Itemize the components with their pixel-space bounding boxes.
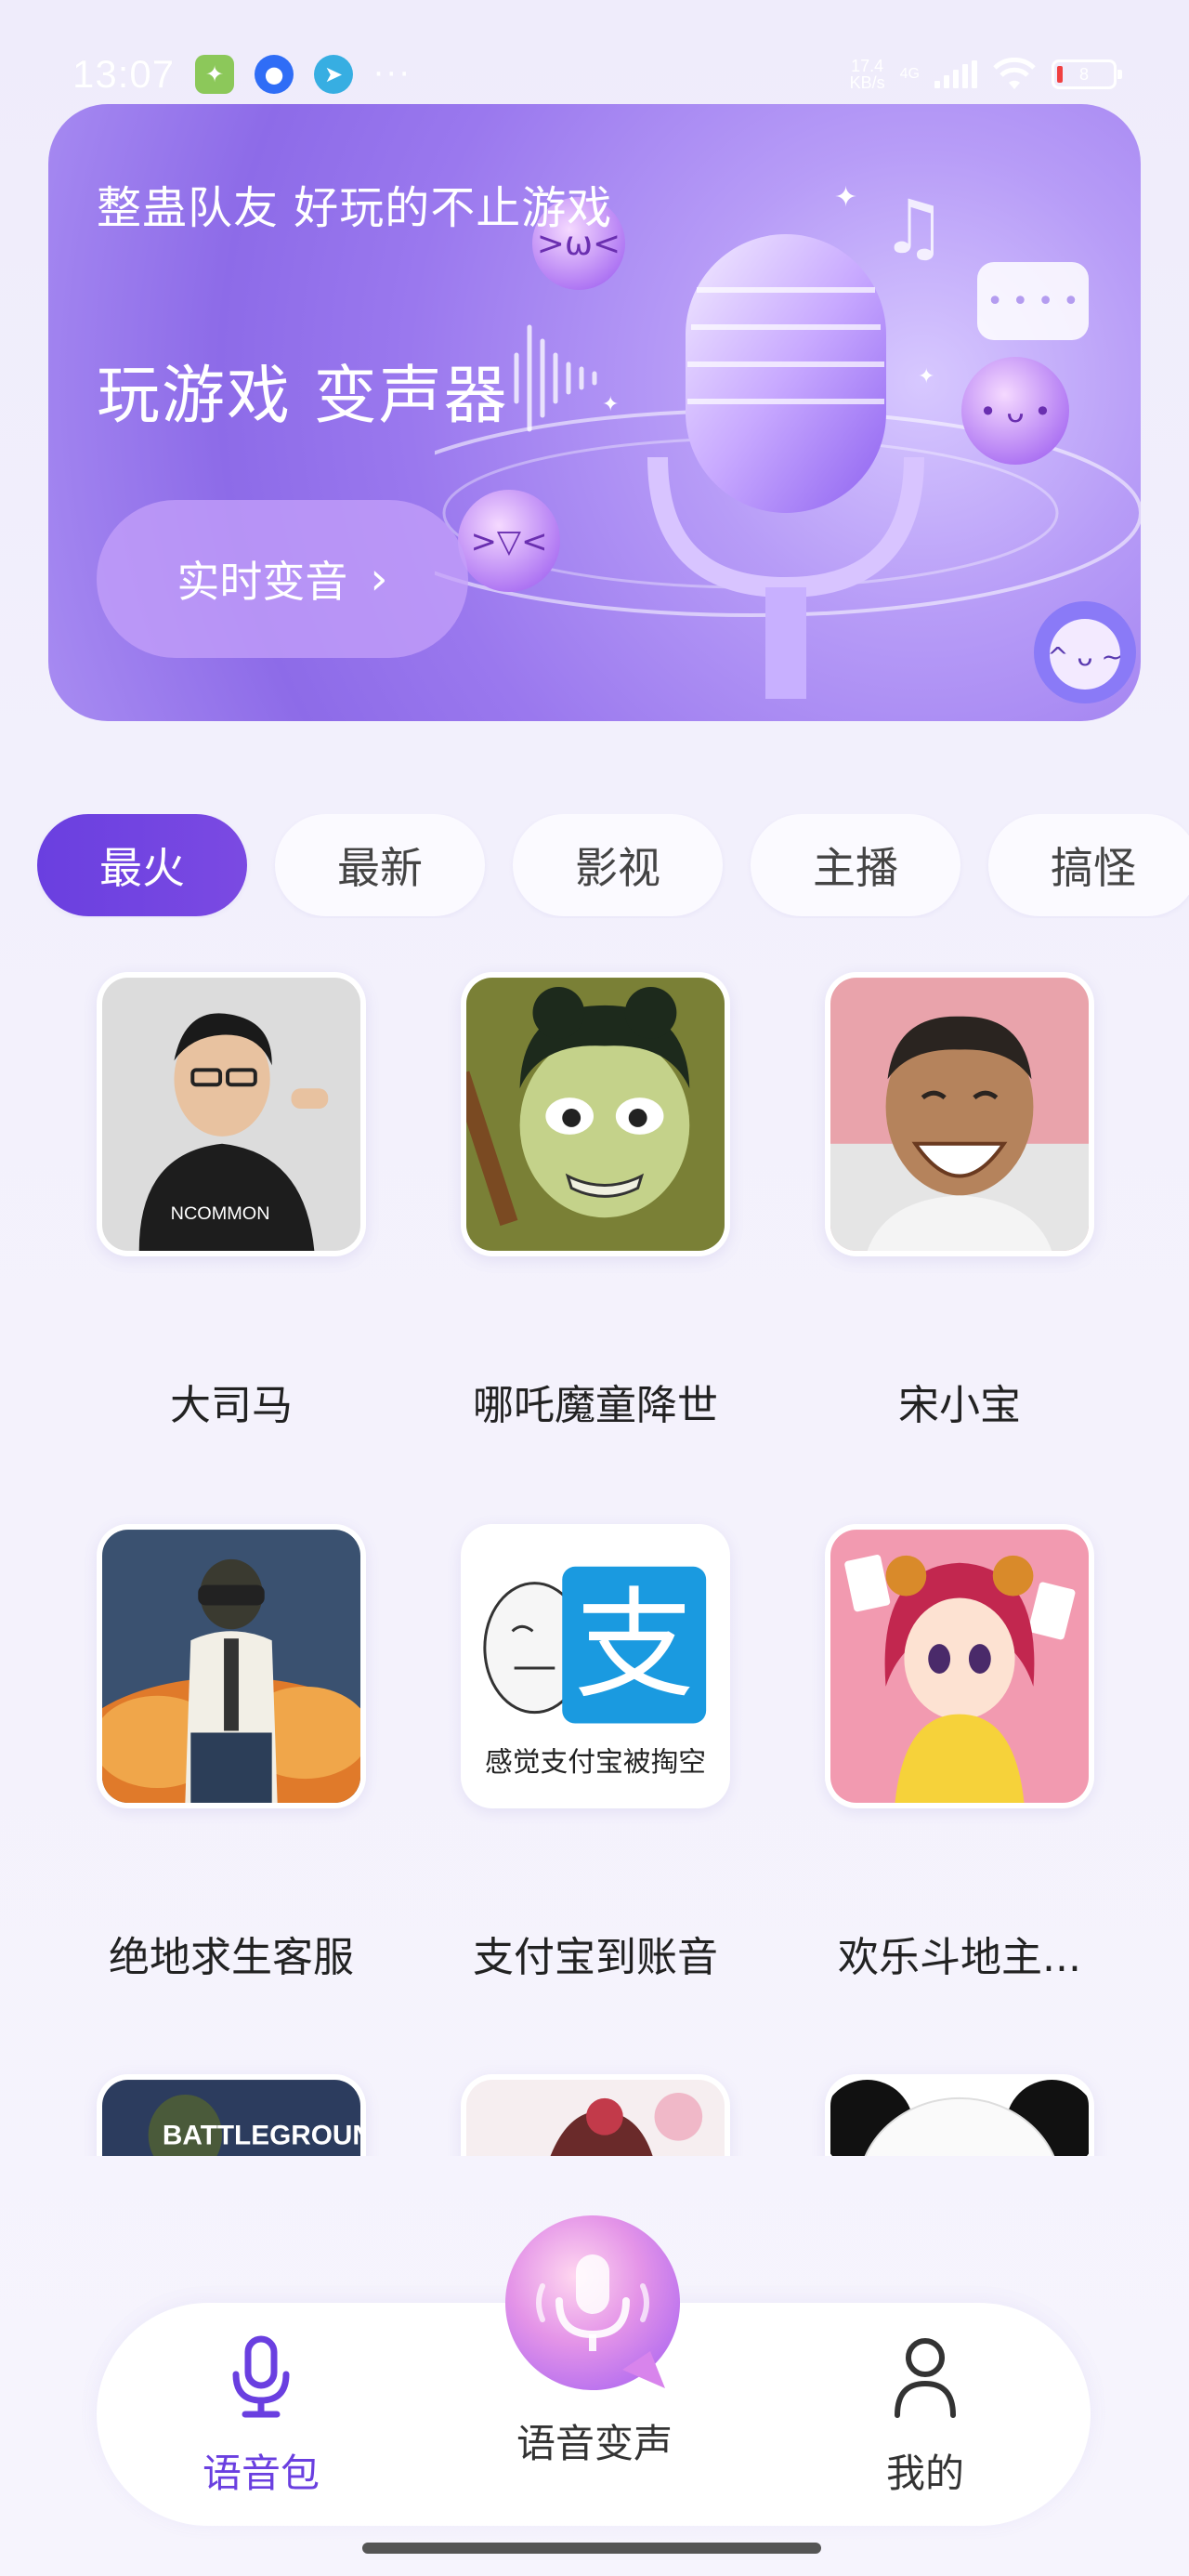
anime-flower-image	[466, 2080, 725, 2156]
voice-pack-card[interactable]	[461, 2074, 730, 2156]
realtime-voice-change-button[interactable]: 实时变音 ›	[97, 500, 468, 658]
svg-text:BATTLEGROUNDS: BATTLEGROUNDS	[163, 2121, 360, 2151]
voice-pack-name: 哪吒魔童降世	[473, 1382, 718, 1429]
battery-icon: 8	[1052, 59, 1122, 89]
man-portrait-image: NCOMMON	[102, 978, 360, 1251]
nav-mine[interactable]: 我的	[804, 2303, 1046, 2526]
app-notification-icon: ●	[255, 55, 294, 94]
panda-meme-image	[830, 2080, 1089, 2156]
voice-pack-name: 宋小宝	[898, 1382, 1021, 1429]
voice-change-button[interactable]	[502, 2212, 684, 2394]
svg-text:>▽<: >▽<	[470, 523, 547, 560]
svg-text:支: 支	[574, 1576, 694, 1715]
pubg-soldier-image	[102, 1530, 360, 1803]
voice-pack-card[interactable]: BATTLEGROUNDS	[97, 2074, 366, 2156]
svg-text:✦: ✦	[834, 181, 857, 214]
voice-pack-name: 支付宝到账音	[473, 1934, 718, 1981]
laughing-man-image	[830, 978, 1089, 1251]
banner-subtitle: 整蛊队友 好玩的不止游戏	[97, 182, 613, 234]
voice-pack-card[interactable]: 宋小宝	[825, 972, 1094, 1429]
voice-pack-card[interactable]: 欢乐斗地主...	[825, 1524, 1094, 1981]
svg-text:• • • •: • • • •	[986, 285, 1078, 318]
telegram-icon: ➤	[314, 55, 354, 94]
svg-text:• ᴗ •: • ᴗ •	[979, 394, 1052, 429]
tab-film-tv[interactable]: 影视	[513, 814, 723, 916]
microphone-icon	[232, 2335, 290, 2418]
voice-pack-grid: NCOMMON 大司马 哪吒魔童降世 宋小宝 绝地求生客服 支 感觉支付宝被掏空…	[0, 948, 1189, 2156]
chevron-right-icon: ›	[370, 553, 388, 605]
voice-pack-card[interactable]: 支 感觉支付宝被掏空 支付宝到账音	[461, 1524, 730, 1981]
voice-change-label: 语音变声	[516, 2421, 673, 2466]
voice-pack-thumbnail	[97, 1524, 366, 1808]
banner-title: 玩游戏 变声器	[97, 360, 509, 433]
voice-pack-thumbnail: NCOMMON	[97, 972, 366, 1256]
user-icon	[895, 2338, 956, 2418]
nav-mine-label: 我的	[885, 2451, 964, 2496]
voice-pack-thumbnail	[461, 2074, 730, 2156]
nezha-image	[466, 978, 725, 1251]
anime-girl-image	[830, 1530, 1089, 1803]
nav-voice-pack-label: 语音包	[202, 2451, 320, 2496]
voice-pack-name: 欢乐斗地主...	[838, 1934, 1081, 1981]
svg-text:感觉支付宝被掏空: 感觉支付宝被掏空	[485, 1746, 706, 1779]
more-notifications-icon: ···	[373, 56, 412, 93]
voice-pack-thumbnail	[461, 972, 730, 1256]
voice-pack-thumbnail: BATTLEGROUNDS	[97, 2074, 366, 2156]
voice-pack-thumbnail	[825, 972, 1094, 1256]
soundwave-icon	[514, 324, 597, 432]
voice-pack-thumbnail	[825, 1524, 1094, 1808]
status-time: 13:07	[72, 52, 176, 96]
voice-pack-card[interactable]	[825, 2074, 1094, 2156]
tab-funny[interactable]: 搞怪	[988, 814, 1189, 916]
svg-text:♫: ♫	[881, 184, 947, 270]
app-notification-icon: ✦	[195, 55, 235, 94]
promo-banner[interactable]: >ω< >▽< • ᴗ • ^ ᴗ ~ • • • • ♫ ✦ ✦ ✦ 整蛊队友…	[48, 104, 1141, 721]
category-tabs: 最火 最新 影视 主播 搞怪	[37, 814, 1189, 918]
network-type: 4G	[899, 66, 920, 82]
nav-voice-pack[interactable]: 语音包	[140, 2303, 382, 2526]
voice-pack-name: 绝地求生客服	[109, 1934, 354, 1981]
tab-hottest[interactable]: 最火	[37, 814, 247, 916]
voice-pack-card[interactable]: 绝地求生客服	[97, 1524, 366, 1981]
tab-newest[interactable]: 最新	[275, 814, 485, 916]
wifi-icon	[993, 58, 1036, 89]
voice-pack-thumbnail	[825, 2074, 1094, 2156]
signal-icon	[934, 60, 977, 88]
battlegrounds-image: BATTLEGROUNDS	[102, 2080, 360, 2156]
voice-pack-card[interactable]: NCOMMON 大司马	[97, 972, 366, 1429]
voice-pack-card[interactable]: 哪吒魔童降世	[461, 972, 730, 1429]
svg-text:NCOMMON: NCOMMON	[171, 1203, 270, 1224]
network-speed: 17.4 KB/s	[849, 57, 885, 92]
voice-pack-name: 大司马	[170, 1382, 293, 1429]
svg-text:^ ᴗ ~: ^ ᴗ ~	[1047, 641, 1123, 672]
home-indicator[interactable]	[362, 2543, 821, 2554]
alipay-meme-image: 支 感觉支付宝被掏空	[466, 1530, 725, 1803]
svg-text:✦: ✦	[918, 365, 934, 388]
tab-streamer[interactable]: 主播	[751, 814, 960, 916]
voice-pack-thumbnail: 支 感觉支付宝被掏空	[461, 1524, 730, 1808]
